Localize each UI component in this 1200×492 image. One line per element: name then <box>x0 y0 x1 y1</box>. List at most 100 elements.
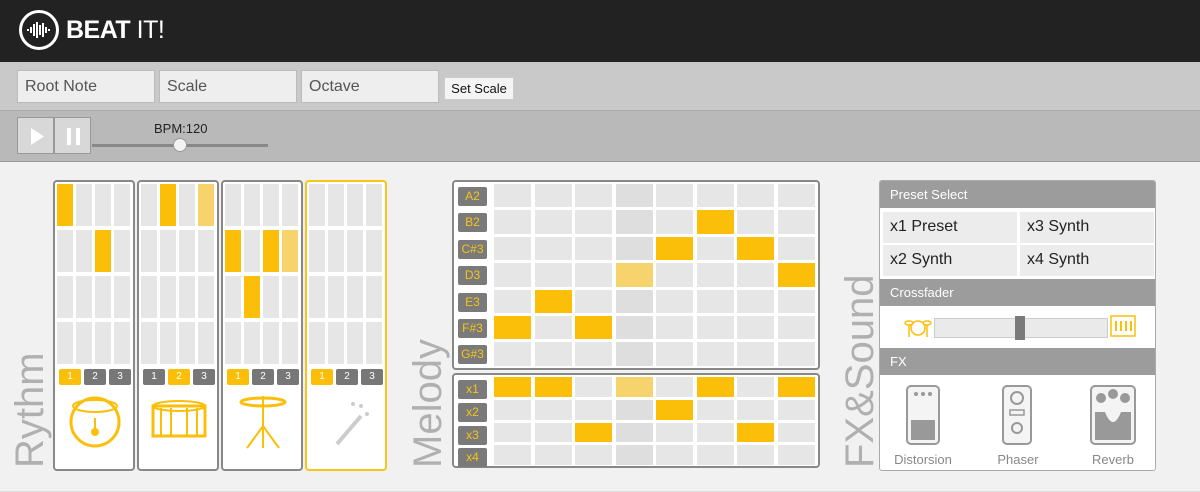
pattern-step-button[interactable]: 2 <box>84 369 106 385</box>
reverb-pedal-icon[interactable] <box>1089 384 1137 446</box>
magic-wand-icon[interactable] <box>317 392 377 452</box>
note-cell[interactable] <box>534 263 572 287</box>
rhythm-step-cell[interactable] <box>282 230 298 272</box>
note-cell[interactable] <box>575 263 612 287</box>
rhythm-step-cell[interactable] <box>244 276 260 318</box>
multiplier-cell[interactable] <box>575 445 612 466</box>
note-cell[interactable] <box>615 184 653 208</box>
multiplier-cell[interactable] <box>656 445 693 466</box>
rhythm-step-cell[interactable] <box>57 276 73 318</box>
note-cell[interactable] <box>696 342 734 366</box>
note-cell[interactable] <box>696 236 734 261</box>
note-cell[interactable] <box>696 210 734 234</box>
note-cell[interactable] <box>494 316 531 340</box>
rhythm-step-cell[interactable] <box>328 230 344 272</box>
phaser-pedal-icon[interactable] <box>1001 384 1033 446</box>
note-cell[interactable] <box>575 236 612 261</box>
note-cell[interactable] <box>575 316 612 340</box>
note-cell[interactable] <box>737 236 774 261</box>
rhythm-step-cell[interactable] <box>76 184 92 226</box>
note-cell[interactable] <box>656 236 693 261</box>
crossfader-handle[interactable] <box>1015 316 1025 340</box>
note-cell[interactable] <box>737 210 774 234</box>
rhythm-step-cell[interactable] <box>114 184 130 226</box>
rhythm-step-cell[interactable] <box>347 230 363 272</box>
multiplier-cell[interactable] <box>494 445 531 466</box>
scale-select[interactable]: Scale <box>159 70 297 103</box>
pattern-step-button[interactable]: 3 <box>361 369 383 385</box>
rhythm-step-cell[interactable] <box>309 230 325 272</box>
note-cell[interactable] <box>656 289 693 313</box>
note-cell[interactable] <box>737 263 774 287</box>
note-cell[interactable] <box>615 210 653 234</box>
multiplier-cell[interactable] <box>494 377 531 397</box>
rhythm-step-cell[interactable] <box>282 276 298 318</box>
note-cell[interactable] <box>494 236 531 261</box>
pause-button[interactable] <box>54 117 91 154</box>
note-cell[interactable] <box>737 316 774 340</box>
note-cell[interactable] <box>534 342 572 366</box>
note-cell[interactable] <box>494 263 531 287</box>
multiplier-cell[interactable] <box>777 422 815 443</box>
rhythm-step-cell[interactable] <box>179 322 195 364</box>
rhythm-step-cell[interactable] <box>328 276 344 318</box>
note-cell[interactable] <box>777 289 815 313</box>
rhythm-step-cell[interactable] <box>179 230 195 272</box>
rhythm-step-cell[interactable] <box>309 276 325 318</box>
note-cell[interactable] <box>615 236 653 261</box>
note-cell[interactable] <box>696 263 734 287</box>
rhythm-step-cell[interactable] <box>366 230 382 272</box>
pattern-step-button[interactable]: 3 <box>109 369 131 385</box>
note-cell[interactable] <box>656 184 693 208</box>
note-cell[interactable] <box>615 316 653 340</box>
pattern-step-button[interactable]: 1 <box>311 369 333 385</box>
note-cell[interactable] <box>494 184 531 208</box>
multiplier-cell[interactable] <box>575 377 612 397</box>
multiplier-cell[interactable] <box>696 445 734 466</box>
multiplier-cell[interactable] <box>615 422 653 443</box>
rhythm-step-cell[interactable] <box>160 322 176 364</box>
multiplier-cell[interactable] <box>534 445 572 466</box>
rhythm-step-cell[interactable] <box>179 184 195 226</box>
note-cell[interactable] <box>696 316 734 340</box>
root-note-select[interactable]: Root Note <box>17 70 155 103</box>
rhythm-step-cell[interactable] <box>282 184 298 226</box>
rhythm-step-cell[interactable] <box>347 276 363 318</box>
rhythm-step-cell[interactable] <box>225 322 241 364</box>
note-cell[interactable] <box>494 342 531 366</box>
rhythm-step-cell[interactable] <box>198 184 214 226</box>
rhythm-step-cell[interactable] <box>76 230 92 272</box>
rhythm-step-cell[interactable] <box>114 276 130 318</box>
note-cell[interactable] <box>737 342 774 366</box>
multiplier-cell[interactable] <box>575 422 612 443</box>
rhythm-step-cell[interactable] <box>141 276 157 318</box>
note-cell[interactable] <box>534 316 572 340</box>
pattern-step-button[interactable]: 1 <box>59 369 81 385</box>
multiplier-cell[interactable] <box>615 377 653 397</box>
preset-x4[interactable]: x4 Synth <box>1020 245 1154 276</box>
note-cell[interactable] <box>656 316 693 340</box>
rhythm-step-cell[interactable] <box>95 276 111 318</box>
note-cell[interactable] <box>575 210 612 234</box>
rhythm-step-cell[interactable] <box>366 322 382 364</box>
rhythm-step-cell[interactable] <box>263 276 279 318</box>
rhythm-step-cell[interactable] <box>328 184 344 226</box>
pattern-step-button[interactable]: 2 <box>168 369 190 385</box>
multiplier-cell[interactable] <box>696 422 734 443</box>
multiplier-cell[interactable] <box>534 399 572 420</box>
note-cell[interactable] <box>777 342 815 366</box>
note-cell[interactable] <box>696 184 734 208</box>
rhythm-step-cell[interactable] <box>366 184 382 226</box>
note-cell[interactable] <box>575 184 612 208</box>
rhythm-step-cell[interactable] <box>95 322 111 364</box>
pattern-step-button[interactable]: 3 <box>277 369 299 385</box>
multiplier-cell[interactable] <box>777 399 815 420</box>
note-cell[interactable] <box>534 289 572 313</box>
multiplier-cell[interactable] <box>534 377 572 397</box>
bpm-slider-handle[interactable] <box>173 138 187 152</box>
pattern-step-button[interactable]: 2 <box>252 369 274 385</box>
set-scale-button[interactable]: Set Scale <box>444 77 514 100</box>
note-cell[interactable] <box>656 210 693 234</box>
rhythm-step-cell[interactable] <box>57 184 73 226</box>
note-cell[interactable] <box>494 289 531 313</box>
